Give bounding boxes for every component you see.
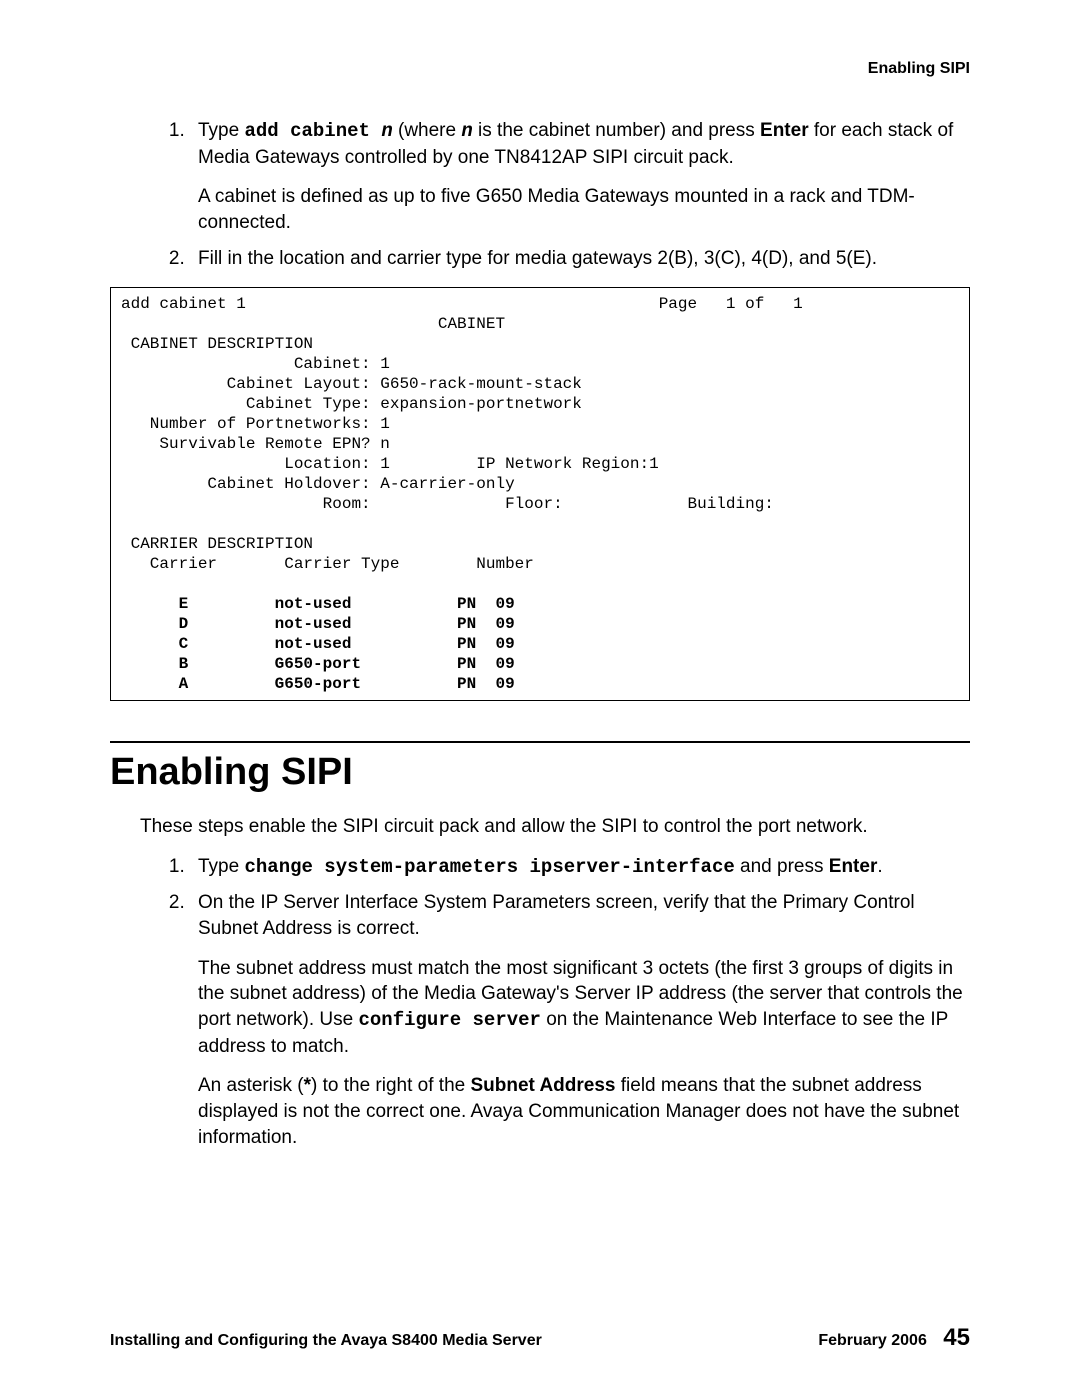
step1-n: n: [381, 120, 392, 142]
step1-mid: (where: [393, 120, 462, 141]
footer-left: Installing and Configuring the Avaya S84…: [110, 1332, 542, 1350]
footer-date: February 2006: [818, 1332, 927, 1349]
s2s1-tail: .: [877, 856, 882, 877]
step-1: Type add cabinet n (where n is the cabin…: [190, 118, 970, 236]
s2s2-p2: The subnet address must match the most s…: [198, 956, 970, 1060]
s2s1-enter: Enter: [829, 856, 878, 877]
step-2: Fill in the location and carrier type fo…: [190, 246, 970, 272]
s2s2-p1: On the IP Server Interface System Parame…: [198, 892, 915, 939]
page-footer: Installing and Configuring the Avaya S84…: [110, 1324, 970, 1352]
step1-pre: Type: [198, 120, 244, 141]
section-heading: Enabling SIPI: [110, 751, 970, 794]
s2s1-cmd: change system-parameters ipserver-interf…: [244, 856, 734, 878]
s2-step-1: Type change system-parameters ipserver-i…: [190, 854, 970, 881]
footer-pagenum: 45: [943, 1324, 970, 1351]
step1-mid2: is the cabinet number) and press: [473, 120, 760, 141]
page: Enabling SIPI Type add cabinet n (where …: [0, 0, 1080, 1397]
steps-list-2: Type change system-parameters ipserver-i…: [165, 854, 970, 1150]
s2s2-p3: An asterisk (*) to the right of the Subn…: [198, 1073, 970, 1150]
step1-enter: Enter: [760, 120, 809, 141]
steps-list-1: Type add cabinet n (where n is the cabin…: [165, 118, 970, 271]
s2s2-p2cmd: configure server: [359, 1009, 541, 1031]
s2-step-2: On the IP Server Interface System Parame…: [190, 890, 970, 1150]
footer-right: February 2006 45: [818, 1324, 970, 1352]
step1-para2: A cabinet is defined as up to five G650 …: [198, 184, 970, 235]
section-intro: These steps enable the SIPI circuit pack…: [140, 814, 970, 840]
running-header: Enabling SIPI: [110, 60, 970, 78]
s2s2-p3bold: Subnet Address: [470, 1075, 615, 1096]
s2s2-p3a: An asterisk (: [198, 1075, 304, 1096]
step1-n2: n: [461, 120, 472, 142]
s2s2-p3ast: *: [304, 1075, 311, 1096]
s2s1-pre: Type: [198, 856, 244, 877]
step1-cmd: add cabinet: [244, 120, 381, 142]
terminal-screen: add cabinet 1 Page 1 of 1 CABINET CABINE…: [110, 287, 970, 701]
s2s2-p3b: ) to the right of the: [311, 1075, 470, 1096]
s2s1-mid: and press: [735, 856, 829, 877]
section-rule: [110, 741, 970, 743]
